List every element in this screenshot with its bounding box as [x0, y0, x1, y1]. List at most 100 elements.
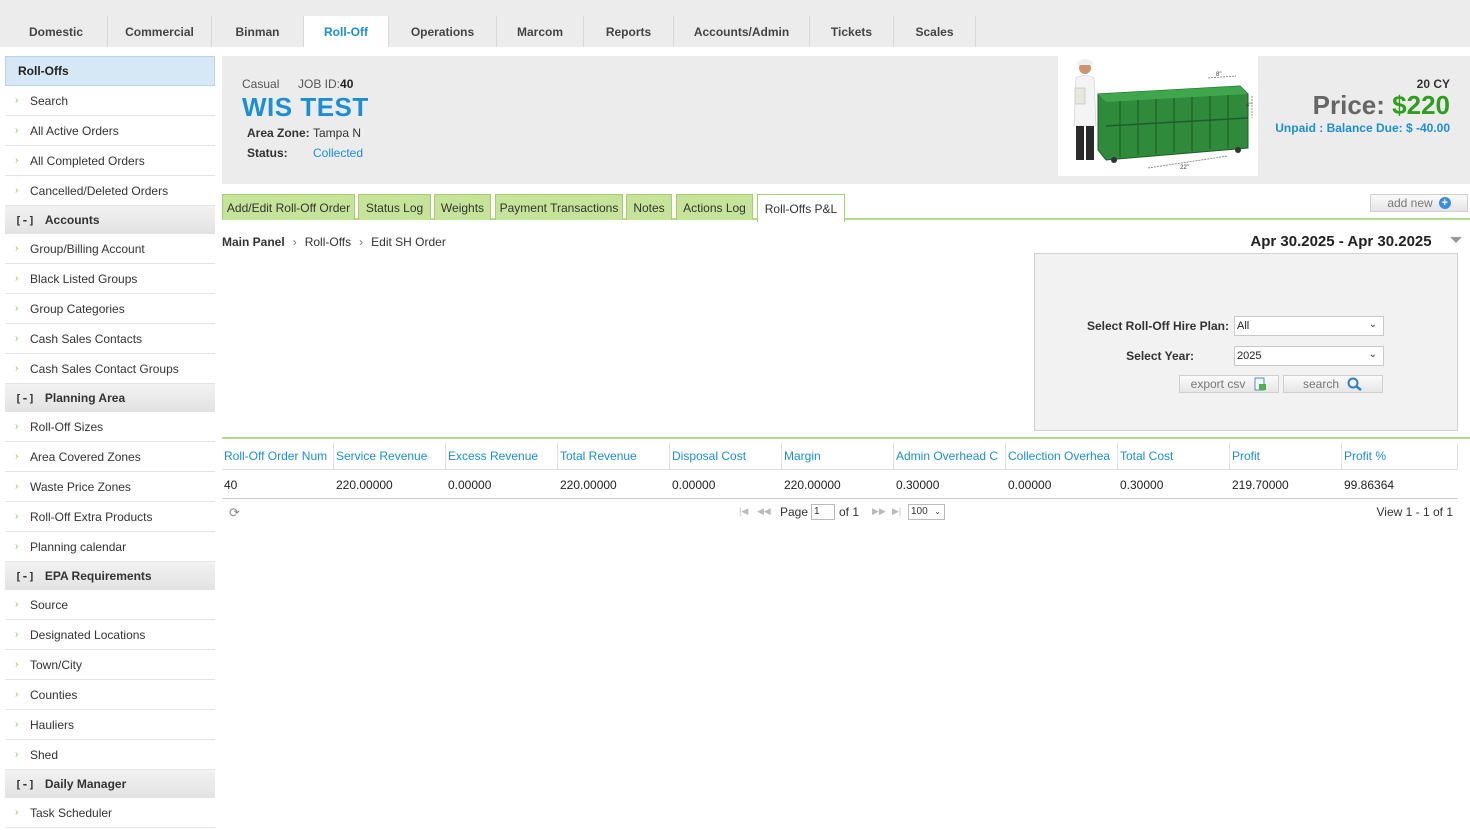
- column-header[interactable]: Excess Revenue: [446, 443, 558, 470]
- chevron-right-icon: ›: [15, 363, 19, 374]
- add-new-button[interactable]: add new +: [1370, 194, 1468, 212]
- table-cell: 0.00000: [1008, 478, 1052, 492]
- rows-per-page-select[interactable]: 100 ⌄: [908, 504, 945, 520]
- nav-tab-binman[interactable]: Binman: [212, 16, 304, 47]
- last-page-icon[interactable]: ▶|: [892, 506, 901, 517]
- sidebar-section-epa-requirements[interactable]: [-] EPA Requirements: [5, 562, 215, 590]
- chevron-right-icon: ›: [15, 333, 19, 344]
- tab-actions-log[interactable]: Actions Log: [676, 194, 753, 220]
- date-range-dropdown-icon[interactable]: [1450, 237, 1462, 243]
- nav-tab-marcom[interactable]: Marcom: [497, 16, 584, 47]
- collapse-toggle-icon[interactable]: [-]: [15, 214, 35, 227]
- export-csv-button[interactable]: export csv: [1179, 375, 1279, 393]
- sidebar-item-planning-calendar[interactable]: › Planning calendar: [5, 532, 215, 562]
- chevron-right-icon: ›: [15, 303, 19, 314]
- chevron-right-icon: ›: [15, 659, 19, 670]
- refresh-icon[interactable]: ⟳: [229, 505, 240, 521]
- sidebar-item-cash-sales-contact-groups[interactable]: › Cash Sales Contact Groups: [5, 354, 215, 384]
- search-icon: [1347, 377, 1362, 391]
- table-cell: 0.30000: [896, 478, 940, 492]
- table-cell: 220.00000: [784, 478, 841, 492]
- sidebar-item-waste-price-zones[interactable]: › Waste Price Zones: [5, 472, 215, 502]
- chevron-right-icon: ›: [15, 185, 19, 196]
- nav-tab-domestic[interactable]: Domestic: [5, 16, 108, 47]
- sidebar-section-daily-manager[interactable]: [-] Daily Manager: [5, 770, 215, 798]
- sidebar-item-cancelled-deleted-orders[interactable]: › Cancelled/Deleted Orders: [5, 176, 215, 206]
- prev-page-icon[interactable]: ◀◀: [757, 506, 771, 517]
- column-header[interactable]: Admin Overhead C: [894, 443, 1006, 470]
- nav-tab-commercial[interactable]: Commercial: [108, 16, 212, 47]
- sidebar-item-task-scheduler[interactable]: › Task Scheduler: [5, 798, 215, 828]
- chevron-right-icon: ›: [15, 541, 19, 552]
- sidebar-item-shed[interactable]: › Shed: [5, 740, 215, 770]
- column-header[interactable]: Service Revenue: [334, 443, 446, 470]
- filter-panel: Select Roll-Off Hire Plan: All ⌄ Select …: [1034, 253, 1458, 431]
- sidebar-item-roll-off-extra-products[interactable]: › Roll-Off Extra Products: [5, 502, 215, 532]
- hire-plan-select[interactable]: All ⌄: [1234, 316, 1384, 336]
- sidebar-item-all-completed-orders[interactable]: › All Completed Orders: [5, 146, 215, 176]
- year-select[interactable]: 2025 ⌄: [1234, 346, 1384, 366]
- tab-weights[interactable]: Weights: [434, 194, 491, 220]
- sidebar-item-label: Roll-Off Extra Products: [30, 509, 153, 524]
- sidebar-item-search[interactable]: › Search: [5, 86, 215, 116]
- breadcrumb-main-panel[interactable]: Main Panel: [222, 235, 285, 249]
- page-count: of 1: [839, 505, 860, 519]
- tab-payment-transactions[interactable]: Payment Transactions: [495, 194, 623, 220]
- search-button[interactable]: search: [1283, 375, 1383, 393]
- sidebar-item-hauliers[interactable]: › Hauliers: [5, 710, 215, 740]
- column-header[interactable]: Profit: [1230, 443, 1342, 470]
- sidebar-item-black-listed-groups[interactable]: › Black Listed Groups: [5, 264, 215, 294]
- column-header[interactable]: Roll-Off Order Num: [222, 443, 334, 470]
- table-row[interactable]: 40 220.00000 0.00000 220.00000 0.00000 220.00…: [222, 471, 1458, 499]
- status-value[interactable]: Collected: [313, 146, 363, 160]
- next-page-icon[interactable]: ▶▶: [872, 506, 886, 517]
- collapse-toggle-icon[interactable]: [-]: [15, 392, 35, 405]
- nav-tab-reports[interactable]: Reports: [584, 16, 674, 47]
- sidebar-item-label: Cash Sales Contact Groups: [30, 361, 179, 376]
- page-number-input[interactable]: 1: [811, 504, 835, 520]
- nav-tab-accounts-admin[interactable]: Accounts/Admin: [674, 16, 810, 47]
- sidebar-item-label: Waste Price Zones: [30, 479, 131, 494]
- collapse-toggle-icon[interactable]: [-]: [15, 570, 35, 583]
- collapse-toggle-icon[interactable]: [-]: [15, 778, 35, 791]
- sidebar-item-label: Counties: [30, 687, 78, 702]
- table-cell: 220.00000: [560, 478, 617, 492]
- column-header[interactable]: Collection Overhea: [1006, 443, 1118, 470]
- sidebar-item-label: Source: [30, 597, 69, 612]
- column-header[interactable]: Disposal Cost: [670, 443, 782, 470]
- sidebar-item-group-billing-account[interactable]: › Group/Billing Account: [5, 234, 215, 264]
- date-range[interactable]: Apr 30.2025 - Apr 30.2025: [1238, 229, 1444, 253]
- year-label: Select Year:: [1126, 349, 1194, 363]
- sidebar-section-planning-area[interactable]: [-] Planning Area: [5, 384, 215, 412]
- tab-notes[interactable]: Notes: [626, 194, 672, 220]
- tab-add-edit-order[interactable]: Add/Edit Roll-Off Order: [222, 194, 355, 220]
- tab-status-log[interactable]: Status Log: [358, 194, 431, 220]
- sidebar-item-source[interactable]: › Source: [5, 590, 215, 620]
- tab-roll-offs-pl[interactable]: Roll-Offs P&L: [757, 194, 845, 222]
- column-header[interactable]: Profit %: [1342, 443, 1458, 470]
- sidebar-item-label: Roll-Off Sizes: [30, 419, 104, 434]
- nav-tab-operations[interactable]: Operations: [389, 16, 497, 47]
- column-header[interactable]: Total Cost: [1118, 443, 1230, 470]
- sidebar-item-label: Hauliers: [30, 717, 75, 732]
- sidebar-item-all-active-orders[interactable]: › All Active Orders: [5, 116, 215, 146]
- sidebar-item-designated-locations[interactable]: › Designated Locations: [5, 620, 215, 650]
- sidebar-section-accounts[interactable]: [-] Accounts: [5, 206, 215, 234]
- sidebar-item-group-categories[interactable]: › Group Categories: [5, 294, 215, 324]
- breadcrumb-roll-offs[interactable]: Roll-Offs: [305, 235, 351, 249]
- sidebar-item-cash-sales-contacts[interactable]: › Cash Sales Contacts: [5, 324, 215, 354]
- chevron-down-icon: ⌄: [934, 507, 941, 516]
- breadcrumb-edit-order: Edit SH Order: [371, 235, 446, 249]
- column-header[interactable]: Margin: [782, 443, 894, 470]
- chevron-right-icon: ›: [15, 481, 19, 492]
- sidebar-item-area-covered-zones[interactable]: › Area Covered Zones: [5, 442, 215, 472]
- sidebar-item-roll-off-sizes[interactable]: › Roll-Off Sizes: [5, 412, 215, 442]
- sidebar-item-counties[interactable]: › Counties: [5, 680, 215, 710]
- nav-tab-roll-off[interactable]: Roll-Off: [304, 16, 389, 47]
- first-page-icon[interactable]: |◀: [739, 506, 748, 517]
- nav-tab-scales[interactable]: Scales: [894, 16, 976, 47]
- column-header[interactable]: Total Revenue: [558, 443, 670, 470]
- sidebar-item-town-city[interactable]: › Town/City: [5, 650, 215, 680]
- sidebar-item-label: All Active Orders: [30, 123, 119, 138]
- nav-tab-tickets[interactable]: Tickets: [810, 16, 894, 47]
